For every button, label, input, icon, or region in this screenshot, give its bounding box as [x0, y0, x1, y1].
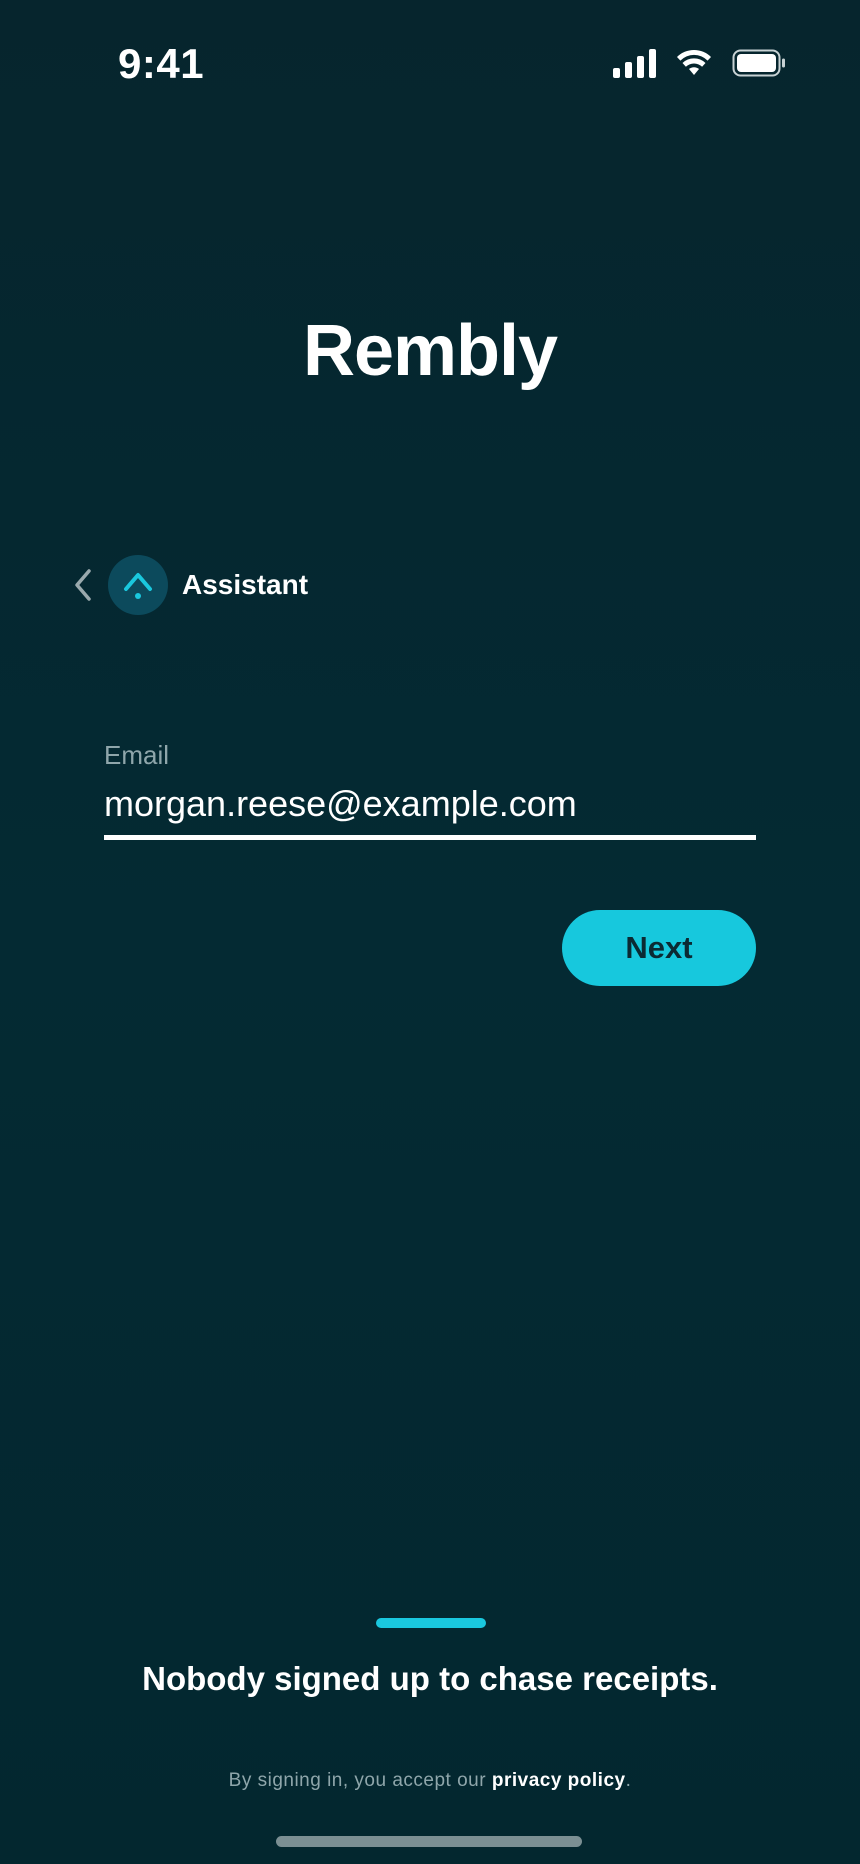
page-indicator — [376, 1618, 486, 1628]
status-bar: 9:41 — [0, 0, 860, 130]
status-time: 9:41 — [118, 40, 205, 87]
assistant-header: Assistant — [68, 553, 308, 617]
legal-suffix: . — [625, 1770, 632, 1791]
tagline: Nobody signed up to chase receipts. — [142, 1660, 718, 1697]
email-field[interactable] — [104, 783, 756, 840]
battery-icon — [732, 49, 786, 77]
home-indicator[interactable] — [276, 1836, 582, 1847]
legal-text: By signing in, you accept our privacy po… — [0, 1770, 860, 1792]
privacy-policy-link[interactable]: privacy policy — [492, 1770, 626, 1791]
next-button[interactable]: Next — [562, 910, 756, 986]
assistant-avatar — [108, 555, 168, 615]
wifi-icon — [676, 49, 712, 77]
legal-prefix: By signing in, you accept our — [228, 1770, 492, 1791]
app-title: Rembly — [302, 311, 558, 391]
sign-in-screen: 9:41 Rembly Assistant Email morgan.reese… — [0, 0, 860, 1864]
signal-icon — [613, 48, 656, 78]
email-label: Email — [104, 740, 170, 770]
assistant-logo-icon — [124, 573, 152, 599]
assistant-name: Assistant — [182, 569, 309, 600]
chevron-left-icon[interactable] — [68, 560, 98, 610]
email-field-group: Email — [104, 740, 756, 840]
status-icons — [613, 48, 786, 78]
